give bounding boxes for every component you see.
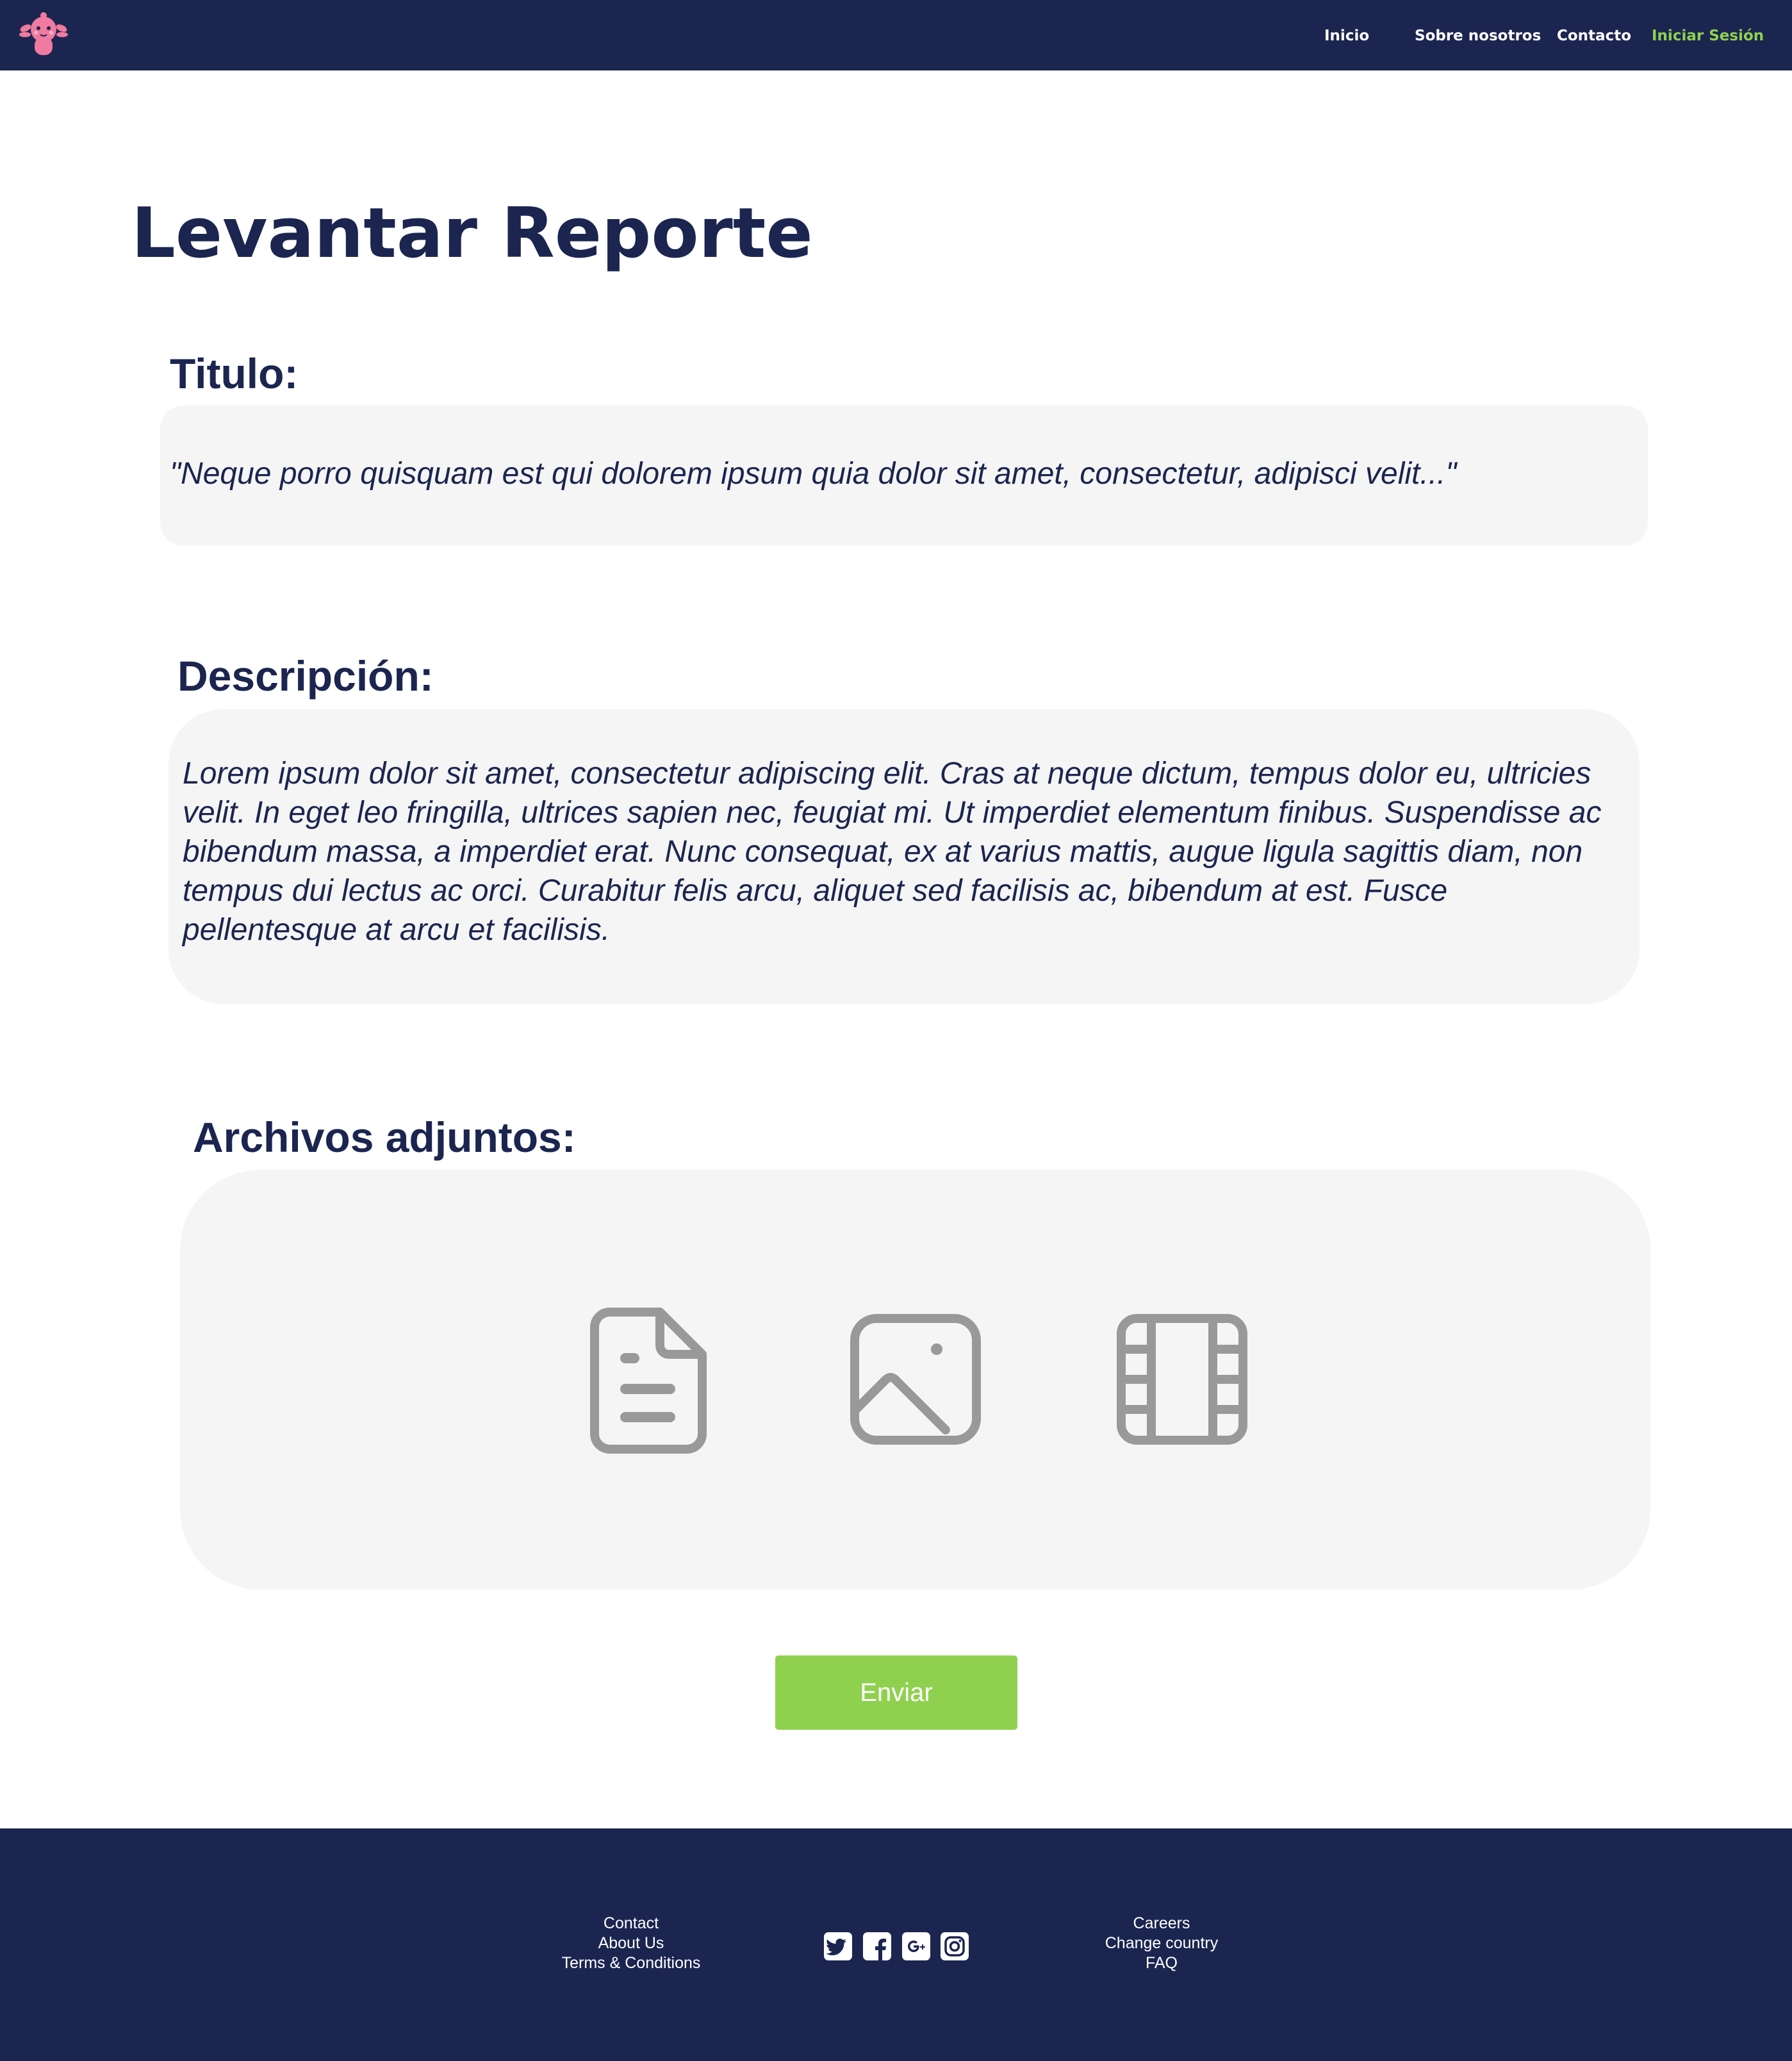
nav-link-inicio[interactable]: Inicio — [1324, 23, 1369, 49]
submit-button[interactable]: Enviar — [775, 1655, 1017, 1730]
footer-links-right: Careers Change country FAQ — [1033, 1914, 1290, 1973]
login-link[interactable]: Iniciar Sesión — [1652, 23, 1764, 49]
description-field-value: Lorem ipsum dolor sit amet, consectetur … — [183, 757, 1602, 947]
google-plus-icon[interactable] — [902, 1932, 930, 1960]
description-label: Descripción: — [177, 652, 434, 700]
twitter-icon[interactable] — [824, 1932, 852, 1960]
attachments-label: Archivos adjuntos: — [193, 1113, 576, 1161]
title-label: Titulo: — [170, 350, 299, 397]
page-title: Levantar Reporte — [131, 193, 813, 274]
top-navbar: Inicio Sobre nosotros Contacto Iniciar S… — [0, 0, 1792, 70]
footer: Contact About Us Terms & Conditions Care… — [0, 1828, 1792, 2061]
image-icon[interactable] — [850, 1313, 982, 1445]
nav-link-sobre-nosotros[interactable]: Sobre nosotros — [1415, 23, 1541, 49]
axolotl-logo-icon[interactable] — [19, 9, 68, 60]
footer-link-about-us[interactable]: About Us — [503, 1934, 759, 1953]
footer-link-careers[interactable]: Careers — [1033, 1914, 1290, 1934]
title-field-value: "Neque porro quisquam est qui dolorem ip… — [170, 457, 1457, 491]
facebook-icon[interactable] — [863, 1932, 891, 1960]
footer-link-change-country[interactable]: Change country — [1033, 1934, 1290, 1953]
instagram-icon[interactable] — [941, 1932, 969, 1960]
footer-links-left: Contact About Us Terms & Conditions — [503, 1914, 759, 1973]
footer-link-terms[interactable]: Terms & Conditions — [503, 1953, 759, 1973]
footer-link-contact[interactable]: Contact — [503, 1914, 759, 1934]
description-field[interactable]: Lorem ipsum dolor sit amet, consectetur … — [169, 709, 1640, 1004]
title-field[interactable]: "Neque porro quisquam est qui dolorem ip… — [160, 406, 1648, 546]
footer-link-faq[interactable]: FAQ — [1033, 1953, 1290, 1973]
video-icon[interactable] — [1116, 1313, 1248, 1445]
nav-link-contacto[interactable]: Contacto — [1557, 23, 1631, 49]
document-icon[interactable] — [589, 1307, 707, 1454]
